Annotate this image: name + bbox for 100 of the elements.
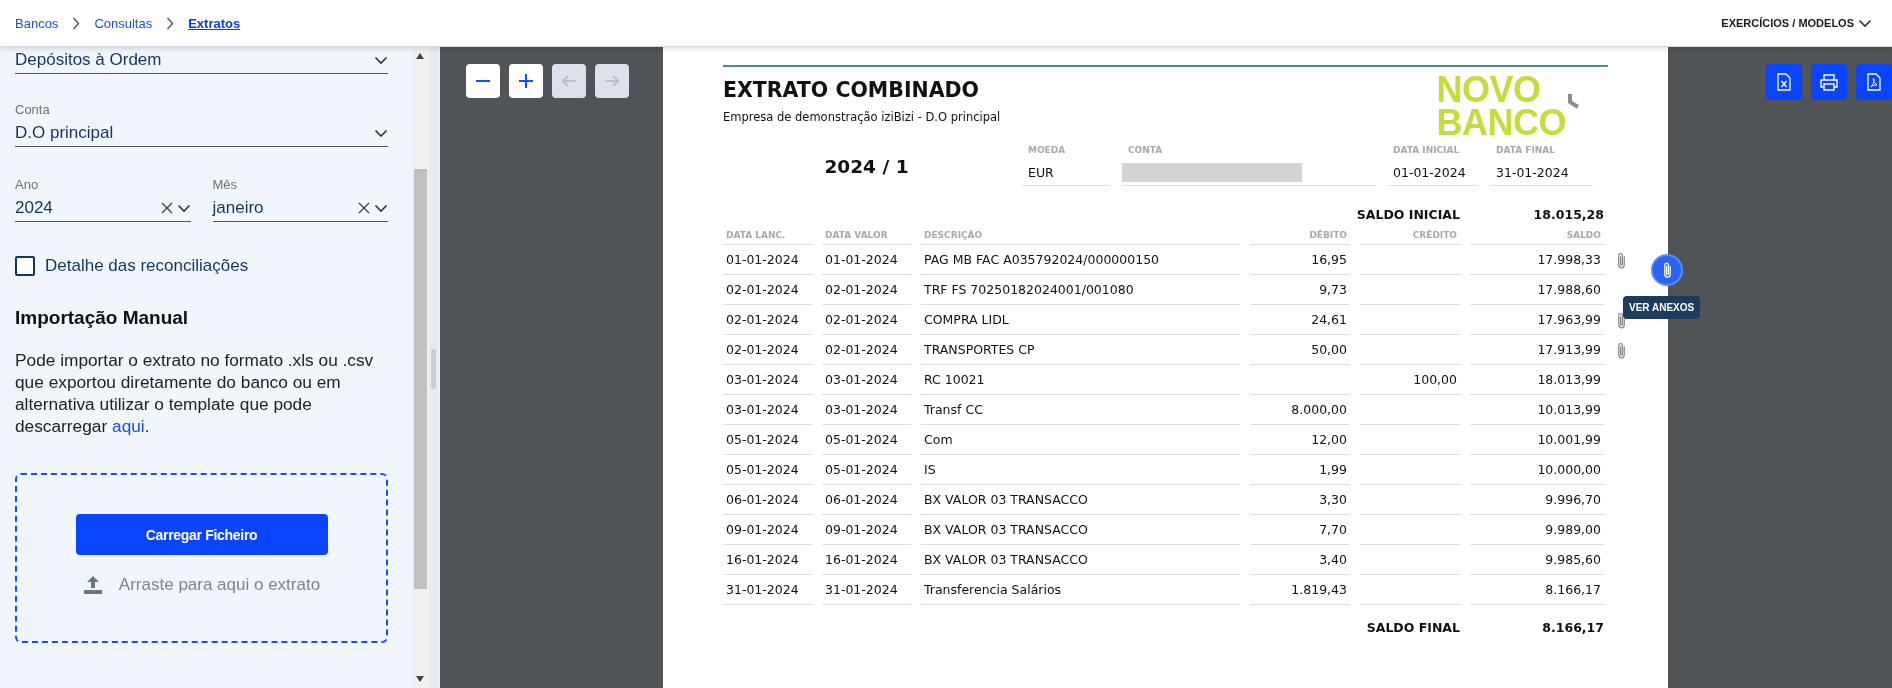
account-type-select[interactable]: Depósitos à Ordem <box>15 47 388 74</box>
table-cell: TRF FS 70250182024001/001080 <box>924 282 1134 297</box>
table-cell: 17.963,99 <box>1537 312 1601 327</box>
table-cell: BX VALOR 03 TRANSACCO <box>924 522 1088 537</box>
chevron-down-icon <box>1858 18 1872 28</box>
table-cell: Com <box>924 432 953 447</box>
pdf-export-button[interactable] <box>1856 64 1892 100</box>
zoom-out-button[interactable] <box>466 64 500 98</box>
import-description: Pode importar o extrato no formato .xls ou .csv que exportou diretamente do banco ou em alternativa utilizar o template que pode descarregar aqui. <box>15 349 375 437</box>
paperclip-icon <box>1615 340 1627 360</box>
table-cell: 8.000,00 <box>1291 402 1347 417</box>
field-value: 01-01-2024 <box>1387 159 1478 186</box>
field-label: Ano <box>15 177 40 192</box>
field-value: EUR <box>1022 159 1110 186</box>
checkbox[interactable] <box>15 256 35 276</box>
account-select[interactable]: D.O principal <box>15 120 388 147</box>
table-cell: 9.985,60 <box>1545 552 1601 567</box>
table-cell: 09-01-2024 <box>726 522 799 537</box>
table-cell: 17.988,60 <box>1537 282 1601 297</box>
minus-icon <box>476 80 490 82</box>
section-heading: Importação Manual <box>15 307 190 329</box>
breadcrumb-link[interactable]: Bancos <box>15 15 59 31</box>
table-cell: Transferencia Salários <box>924 582 1062 597</box>
table-cell: 9.996,70 <box>1545 492 1601 507</box>
table-cell: 9.989,00 <box>1545 522 1601 537</box>
table-cell: 03-01-2024 <box>825 402 898 417</box>
drop-zone[interactable]: Carregar Ficheiro Arraste para aqui o extrato <box>15 473 388 643</box>
table-cell: 01-01-2024 <box>825 252 898 267</box>
document-subtitle: Empresa de demonstração iziBizi - D.O principal <box>723 110 1001 124</box>
chevron-down-icon <box>374 128 388 138</box>
table-cell: 05-01-2024 <box>825 462 898 477</box>
upload-button[interactable]: Carregar Ficheiro <box>75 514 328 555</box>
attachments-button[interactable] <box>1651 254 1683 286</box>
table-cell: 1.819,43 <box>1291 582 1347 597</box>
table-cell: 17.913,99 <box>1537 342 1601 357</box>
column-header: DATA VALOR <box>822 222 911 245</box>
excel-export-button[interactable] <box>1766 64 1802 100</box>
exercises-menu[interactable]: EXERCÍCIOS / MODELOS <box>1721 17 1872 29</box>
plus-icon <box>519 74 533 88</box>
table-cell: 02-01-2024 <box>726 312 799 327</box>
column-header: DESCRIÇÃO <box>921 222 1240 245</box>
checkbox-label: Detalhe das reconciliações <box>45 256 249 276</box>
table-cell: 8.166,17 <box>1545 582 1601 597</box>
field-value: 31-01-2024 <box>1490 159 1593 186</box>
column-header: DATA LANC. <box>723 222 812 245</box>
table-cell: 05-01-2024 <box>726 432 799 447</box>
table-cell: 05-01-2024 <box>726 462 799 477</box>
table-cell: COMPRA LIDL <box>924 312 1009 327</box>
clear-icon[interactable] <box>358 202 370 214</box>
field-label: MOEDA <box>1027 144 1067 157</box>
table-cell: 3,40 <box>1319 552 1347 567</box>
table-cell: RC 10021 <box>924 372 985 387</box>
table-cell: 16,95 <box>1311 252 1347 267</box>
column-header: SALDO <box>1470 222 1604 245</box>
zoom-in-button[interactable] <box>509 64 543 98</box>
table-cell: TRANSPORTES CP <box>924 342 1035 357</box>
table-cell: 50,00 <box>1311 342 1347 357</box>
table-cell: 16-01-2024 <box>825 552 898 567</box>
print-button[interactable] <box>1811 64 1847 100</box>
table-cell: IS <box>924 462 936 477</box>
breadcrumb-link[interactable]: Consultas <box>94 15 153 31</box>
chevron-down-icon <box>374 203 388 213</box>
field-label: Conta <box>15 102 51 117</box>
period-label: 2024 / 1 <box>823 155 910 179</box>
arrow-left-icon <box>562 75 576 87</box>
table-cell: 7,70 <box>1319 522 1347 537</box>
table-cell: 06-01-2024 <box>726 492 799 507</box>
paperclip-icon <box>1615 310 1627 330</box>
closing-balance-value: 8.166,17 <box>1541 619 1604 635</box>
field-label: DATA INICIAL <box>1392 144 1461 157</box>
chevron-down-icon <box>374 55 388 65</box>
closing-balance-label: SALDO FINAL <box>1365 619 1460 635</box>
breadcrumb-link[interactable]: Extratos <box>188 15 241 31</box>
table-cell: 17.998,33 <box>1537 252 1601 267</box>
table-cell: 24,61 <box>1311 312 1347 327</box>
table-cell: 05-01-2024 <box>825 432 898 447</box>
table-cell: BX VALOR 03 TRANSACCO <box>924 552 1088 567</box>
month-select[interactable]: janeiro <box>212 195 388 222</box>
upload-icon <box>82 575 103 595</box>
year-select[interactable]: 2024 <box>15 195 191 222</box>
clear-icon[interactable] <box>160 202 173 214</box>
table-cell: 03-01-2024 <box>726 402 799 417</box>
table-cell: PAG MB FAC A035792024/000000150 <box>924 252 1160 267</box>
arrow-right-icon <box>605 75 619 87</box>
table-cell: 16-01-2024 <box>726 552 799 567</box>
table-cell: 3,30 <box>1319 492 1347 507</box>
table-cell: BX VALOR 03 TRANSACCO <box>924 492 1088 507</box>
table-cell: 18.013,99 <box>1537 372 1601 387</box>
table-cell: 06-01-2024 <box>825 492 898 507</box>
chevron-right-icon <box>72 16 81 30</box>
table-cell: 10.013,99 <box>1537 402 1601 417</box>
table-cell: 31-01-2024 <box>825 582 898 597</box>
table-cell: 12,00 <box>1311 432 1347 447</box>
table-cell: 01-01-2024 <box>726 252 799 267</box>
table-cell: 03-01-2024 <box>726 372 799 387</box>
download-link[interactable]: aqui <box>112 416 145 436</box>
opening-balance-value: 18.015,28 <box>1532 206 1604 222</box>
scrollbar[interactable] <box>412 47 429 688</box>
chevron-down-icon <box>176 203 191 213</box>
drop-hint: Arraste para aqui o extrato <box>118 575 321 595</box>
